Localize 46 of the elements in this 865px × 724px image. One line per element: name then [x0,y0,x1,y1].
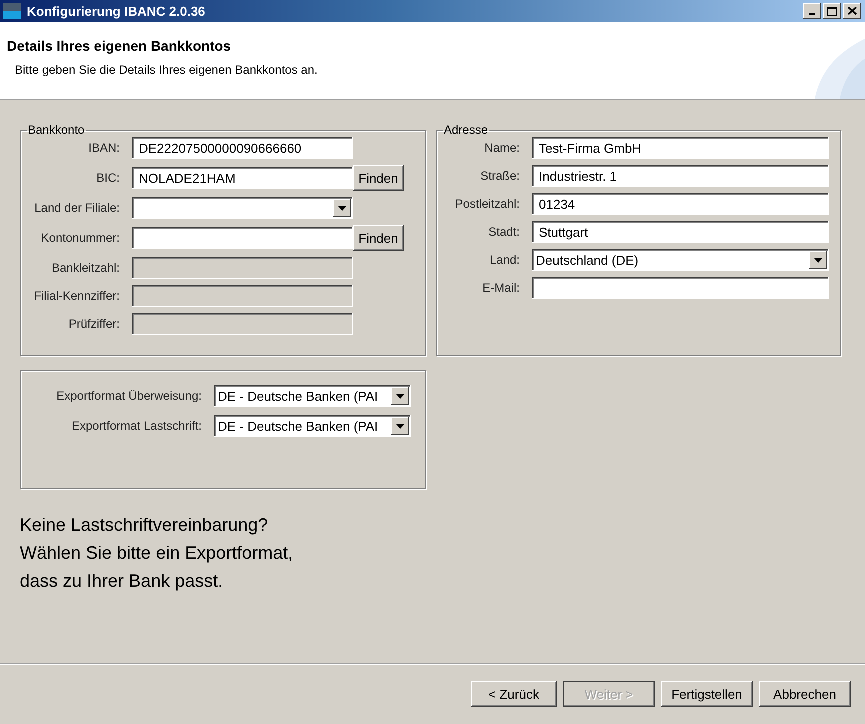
field-label: Kontonummer: [40,231,120,245]
page-subtitle: Bitte geben Sie die Details Ihres eigenen Bankkontos an. [15,63,319,77]
wizard-button[interactable]: < Zurück [471,681,557,707]
close-icon [848,7,856,15]
dropdown[interactable]: DE - Deutsche Banken (PAI [214,385,411,407]
field-label: Land: [488,253,520,267]
field-label: Straße: [480,169,520,183]
input-field[interactable]: DE22207500000090666660 [132,137,353,159]
field-label: Name: [484,141,520,155]
hint-text: dass zu Ihrer Bank passt. [20,570,224,593]
input-field[interactable]: Test-Firma GmbH [532,137,829,159]
input-field[interactable] [132,227,353,249]
find-button[interactable]: Finden [353,225,404,251]
maximize-icon [827,6,837,16]
input-field[interactable]: Stuttgart [532,221,829,243]
field-label: IBAN: [88,141,120,155]
find-button[interactable]: Finden [353,165,404,191]
maximize-button[interactable] [823,3,841,19]
input-field[interactable]: Industriestr. 1 [532,165,829,187]
wizard-button[interactable]: Fertigstellen [661,681,753,707]
close-button[interactable] [843,3,861,19]
group-title: Adresse [443,123,490,137]
app-icon [3,3,21,19]
window-title: Konfigurierung IBANC 2.0.36 [27,4,206,18]
field-label: Exportformat Lastschrift: [70,419,202,433]
field-label: Postleitzahl: [454,197,520,211]
input-field[interactable]: NOLADE21HAM [132,167,353,189]
page-title: Details Ihres eigenen Bankkontos [7,38,232,54]
dropdown[interactable] [132,197,353,219]
field-label: BIC: [96,171,120,185]
hint-text: Wählen Sie bitte ein Exportformat, [20,542,294,565]
dropdown[interactable]: DE - Deutsche Banken (PAI [214,415,411,437]
input-field[interactable] [532,277,829,299]
field-label: Prüfziffer: [68,317,120,331]
field-label: Stadt: [488,225,520,239]
wizard-button[interactable]: Abbrechen [759,681,851,707]
minimize-button[interactable] [803,3,821,19]
group-title: Bankkonto [27,123,86,137]
field-label: Filial-Kennziffer: [33,289,120,303]
input-field[interactable]: 01234 [532,193,829,215]
field-label: Exportformat Überweisung: [56,389,202,403]
hint-text: Keine Lastschriftvereinbarung? [20,514,270,537]
field-label: Land der Filiale: [34,201,120,215]
field-label: Bankleitzahl: [50,261,120,275]
dropdown[interactable]: Deutschland (DE) [532,249,829,271]
field-label: E-Mail: [482,281,520,295]
